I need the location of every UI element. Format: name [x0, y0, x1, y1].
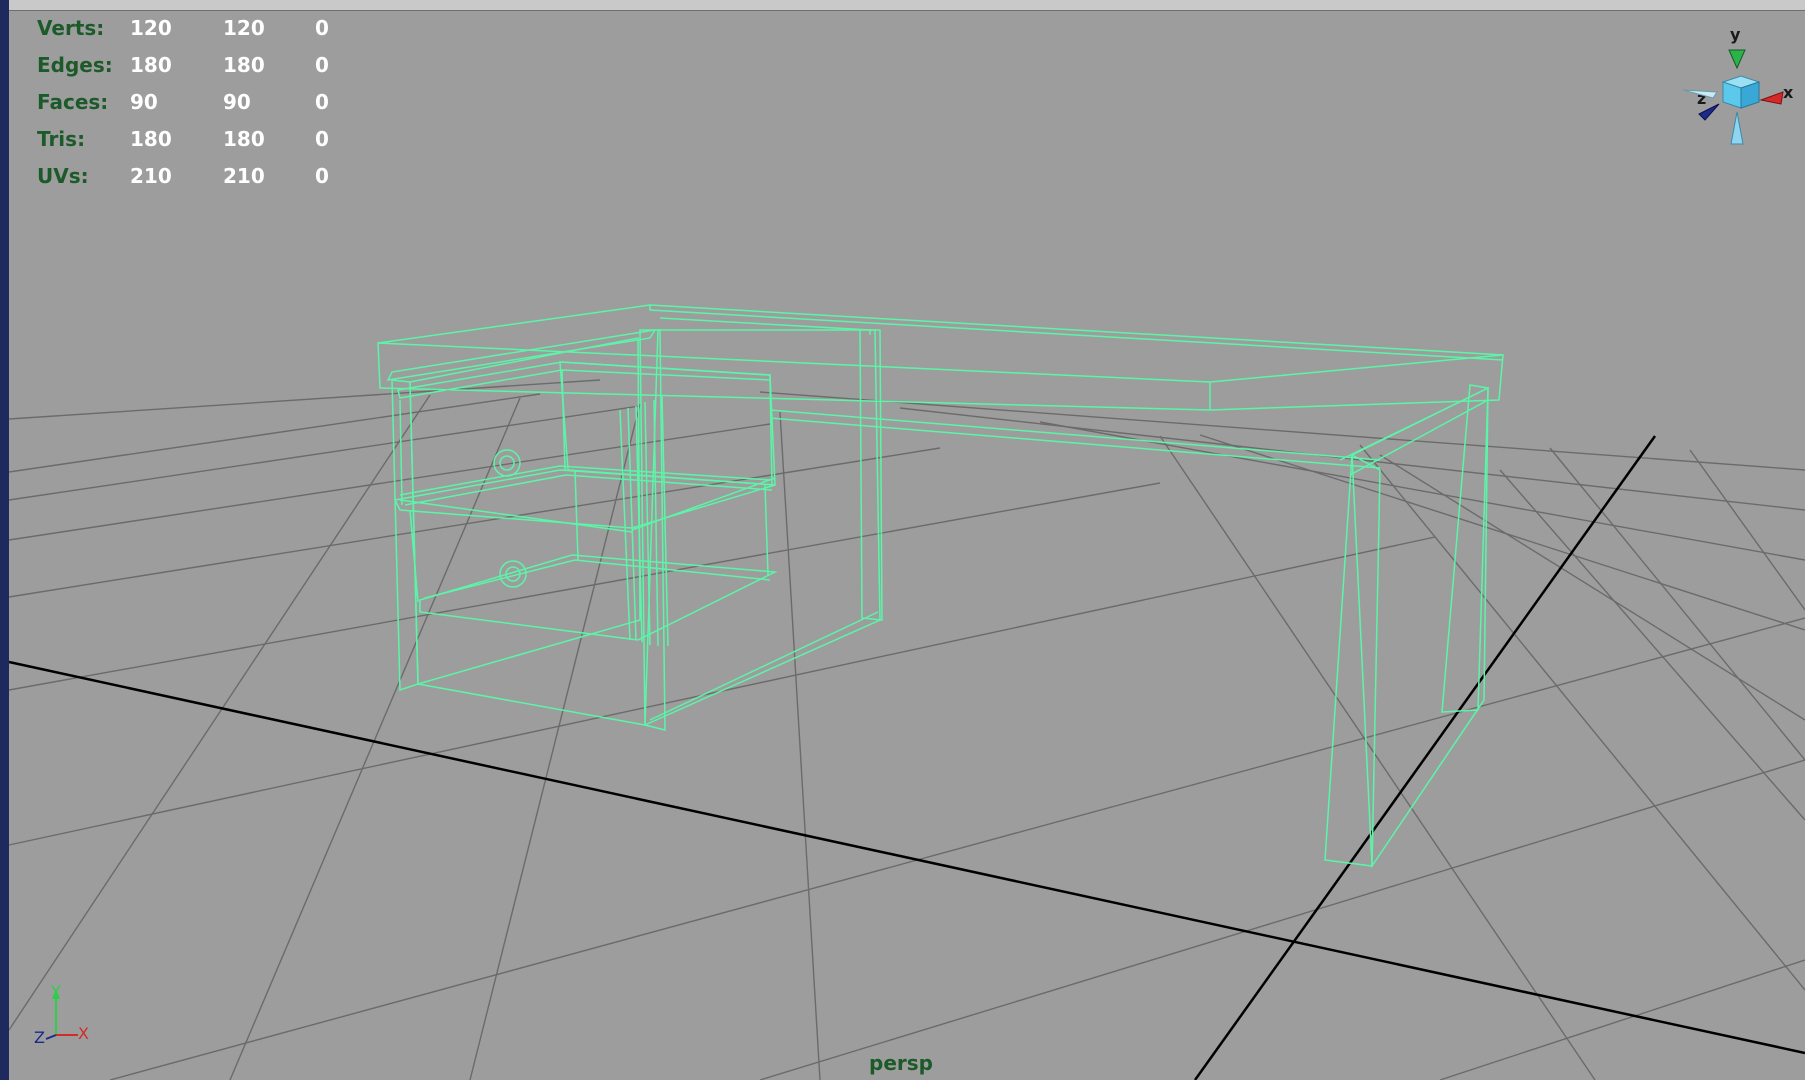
perspective-viewport[interactable]: Verts: 120 120 0 Edges: 180 180 0 Faces:…	[0, 0, 1805, 1080]
hud-label: Edges:	[37, 53, 113, 77]
desk-wireframe[interactable]	[377, 304, 1504, 869]
hud-value: 0	[315, 127, 329, 151]
hud-label: Faces:	[37, 90, 109, 114]
hud-value: 180	[130, 53, 172, 77]
hud-label: UVs:	[37, 164, 89, 188]
hud-value: 90	[223, 90, 251, 114]
world-axis-lines	[8, 435, 1805, 1080]
neg-y-cone-icon[interactable]	[1730, 111, 1744, 145]
y-axis-cone-icon[interactable]	[1728, 49, 1746, 70]
view-cube-y-label: y	[1730, 25, 1741, 44]
view-cube-x-label: x	[1783, 83, 1794, 102]
hud-value: 210	[223, 164, 265, 188]
hud-value: 0	[315, 16, 329, 40]
camera-name-label: persp	[869, 1051, 933, 1075]
hud-value: 180	[130, 127, 172, 151]
axis-x-label: X	[78, 1024, 89, 1043]
ground-grid	[8, 379, 1805, 1080]
axis-z-label: Z	[34, 1028, 45, 1045]
viewport-left-border	[0, 0, 9, 1080]
hud-label: Tris:	[37, 127, 86, 151]
hud-value: 180	[223, 53, 265, 77]
hud-value: 120	[130, 16, 172, 40]
viewport-top-strip	[9, 0, 1805, 11]
hud-label: Verts:	[37, 16, 105, 40]
hud-value: 120	[223, 16, 265, 40]
axis-y-label: Y	[50, 985, 61, 1001]
axis-indicator: Y X Z	[34, 985, 89, 1045]
hud-value: 0	[315, 53, 329, 77]
hud-value: 0	[315, 164, 329, 188]
hud-value: 210	[130, 164, 172, 188]
x-axis-cone-icon[interactable]	[1759, 91, 1784, 105]
hud-value: 180	[223, 127, 265, 151]
view-cube-gizmo[interactable]: y x z	[1683, 20, 1795, 150]
hud-value: 0	[315, 90, 329, 114]
hud-value: 90	[130, 90, 158, 114]
